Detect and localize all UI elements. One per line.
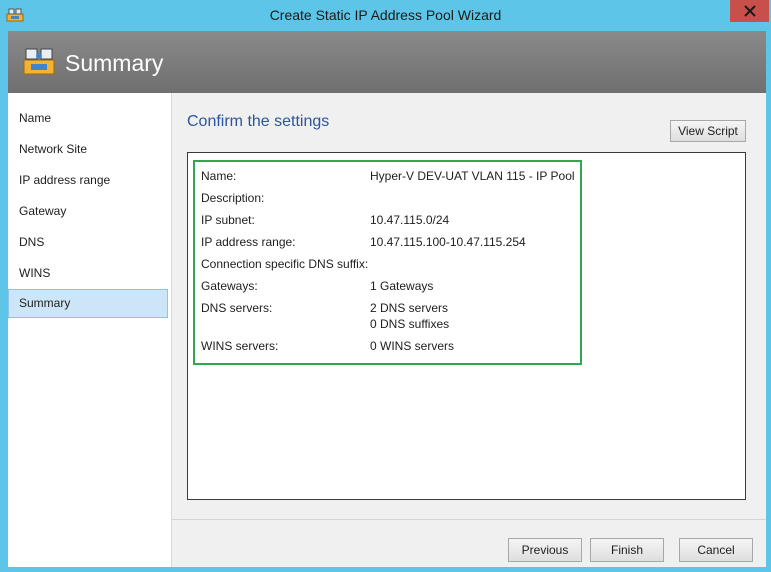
- setting-label-name: Name:: [201, 169, 237, 183]
- previous-button[interactable]: Previous: [508, 538, 582, 562]
- main-panel: Confirm the settings View Script Name: H…: [172, 93, 766, 567]
- setting-value-dns-suffixes: 0 DNS suffixes: [370, 317, 450, 331]
- wizard-header: Summary: [8, 31, 766, 93]
- title-bar[interactable]: Create Static IP Address Pool Wizard: [0, 0, 771, 30]
- setting-value-wins-servers: 0 WINS servers: [370, 339, 455, 353]
- setting-value-name: Hyper-V DEV-UAT VLAN 115 - IP Pool: [370, 169, 575, 183]
- settings-summary-box: Name: Hyper-V DEV-UAT VLAN 115 - IP Pool…: [187, 152, 746, 500]
- setting-value-ip-range: 10.47.115.100-10.47.115.254: [370, 235, 526, 249]
- setting-label-ip-range: IP address range:: [201, 235, 296, 249]
- setting-label-dns-suffix: Connection specific DNS suffix:: [201, 257, 369, 271]
- close-button[interactable]: [730, 0, 769, 22]
- wizard-window: Create Static IP Address Pool Wizard Sum…: [0, 0, 771, 572]
- network-pool-icon: [22, 44, 56, 78]
- setting-label-ip-subnet: IP subnet:: [201, 213, 255, 227]
- setting-label-wins-servers: WINS servers:: [201, 339, 279, 353]
- close-icon: [743, 5, 756, 17]
- nav-item-dns[interactable]: DNS: [8, 228, 168, 257]
- nav-item-ip-address-range[interactable]: IP address range: [8, 166, 168, 195]
- setting-value-ip-subnet: 10.47.115.0/24: [370, 213, 450, 227]
- setting-value-gateways: 1 Gateways: [370, 279, 434, 293]
- view-script-button[interactable]: View Script: [670, 120, 746, 142]
- wizard-footer: Previous Finish Cancel: [172, 519, 766, 567]
- cancel-button[interactable]: Cancel: [679, 538, 753, 562]
- section-heading: Confirm the settings: [187, 113, 330, 130]
- setting-label-description: Description:: [201, 191, 265, 205]
- page-title: Summary: [65, 50, 164, 76]
- setting-label-gateways: Gateways:: [201, 279, 258, 293]
- setting-label-dns-servers: DNS servers:: [201, 301, 273, 315]
- nav-item-gateway[interactable]: Gateway: [8, 197, 168, 226]
- setting-value-dns-servers: 2 DNS servers: [370, 301, 449, 315]
- nav-item-network-site[interactable]: Network Site: [8, 135, 168, 164]
- finish-button[interactable]: Finish: [590, 538, 664, 562]
- wizard-client: Summary Name Network Site IP address ran…: [8, 31, 766, 567]
- nav-item-name[interactable]: Name: [8, 104, 168, 133]
- wizard-nav: Name Network Site IP address range Gatew…: [8, 93, 172, 567]
- window-title: Create Static IP Address Pool Wizard: [269, 7, 502, 23]
- nav-item-summary[interactable]: Summary: [8, 289, 168, 318]
- nav-item-wins[interactable]: WINS: [8, 259, 168, 288]
